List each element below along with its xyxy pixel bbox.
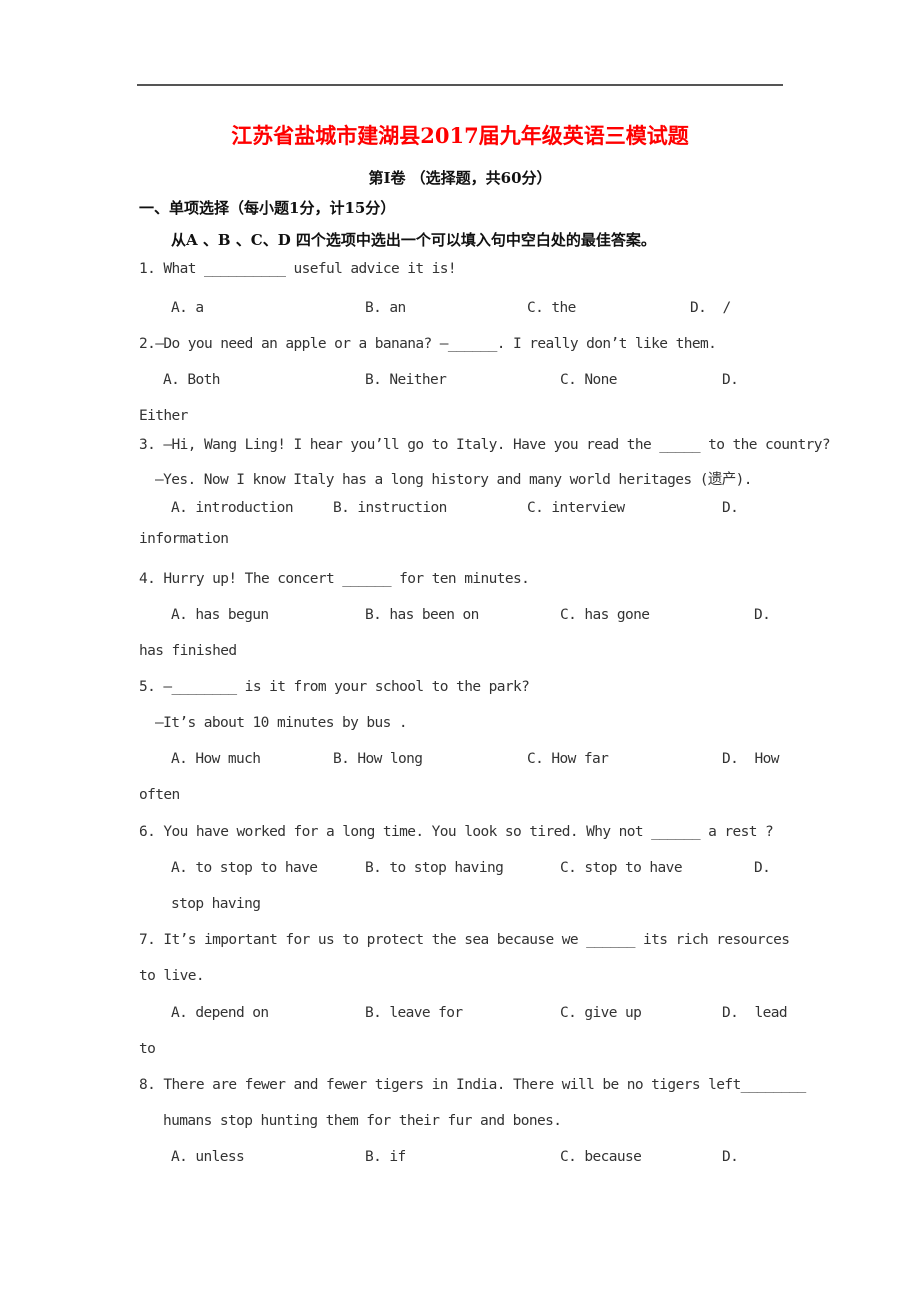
question-6-option-c: C. stop to have	[560, 860, 683, 876]
question-4-option-d: D.	[754, 607, 771, 623]
question-2-text: 2.—Do you need an apple or a banana? —__…	[139, 336, 717, 352]
question-1-option-a: A. a	[171, 300, 204, 316]
question-5-option-d: D. How	[722, 751, 780, 767]
question-8-text: 8. There are fewer and fewer tigers in I…	[139, 1077, 806, 1093]
question-6-option-a: A. to stop to have	[171, 860, 318, 876]
question-5-text-line-2: —It’s about 10 minutes by bus .	[155, 715, 408, 731]
question-3-option-d-text: information	[139, 531, 229, 547]
question-3-option-a: A. introduction	[171, 500, 294, 516]
header-rule	[137, 84, 783, 86]
question-8-option-d: D.	[722, 1149, 739, 1165]
question-3-option-c: C. interview	[527, 500, 625, 516]
question-5-option-c: C. How far	[527, 751, 609, 767]
question-7-option-d: D. lead	[722, 1005, 788, 1021]
question-8-option-a: A. unless	[171, 1149, 245, 1165]
question-3-option-d: D.	[722, 500, 739, 516]
question-5-option-d-text: often	[139, 787, 180, 803]
question-4-option-d-text: has finished	[139, 643, 237, 659]
question-7-option-b: B. leave for	[365, 1005, 463, 1021]
question-1-text: 1. What __________ useful advice it is!	[139, 261, 457, 277]
question-5-option-b: B. How long	[333, 751, 423, 767]
question-3-text-line-2: —Yes. Now I know Italy has a long histor…	[155, 472, 752, 488]
question-2-option-a: A. Both	[163, 372, 221, 388]
document-title: 江苏省盐城市建湖县2017届九年级英语三模试题	[231, 123, 689, 148]
question-4-text: 4. Hurry up! The concert ______ for ten …	[139, 571, 530, 587]
question-7-option-c: C. give up	[560, 1005, 642, 1021]
question-2-option-b: B. Neither	[365, 372, 447, 388]
instructions: 从A 、B 、C、D 四个选项中选出一个可以填入句中空白处的最佳答案。	[171, 231, 656, 249]
question-7-option-d-text: to	[139, 1041, 156, 1057]
question-1-option-d: D. /	[690, 300, 731, 316]
question-4-option-a: A. has begun	[171, 607, 269, 623]
question-1-option-b: B. an	[365, 300, 406, 316]
question-2-option-c: C. None	[560, 372, 618, 388]
question-5-option-a: A. How much	[171, 751, 261, 767]
question-6-text: 6. You have worked for a long time. You …	[139, 824, 774, 840]
question-4-option-b: B. has been on	[365, 607, 479, 623]
question-8-option-c: C. because	[560, 1149, 642, 1165]
question-8-option-b: B. if	[365, 1149, 406, 1165]
question-2-option-d-text: Either	[139, 408, 188, 424]
question-4-option-c: C. has gone	[560, 607, 650, 623]
question-1-option-c: C. the	[527, 300, 576, 316]
question-7-option-a: A. depend on	[171, 1005, 269, 1021]
question-7-text-line-2: to live.	[139, 968, 205, 984]
question-6-option-d-text: stop having	[171, 896, 261, 912]
question-2-option-d: D.	[722, 372, 739, 388]
question-5-text: 5. —________ is it from your school to t…	[139, 679, 530, 695]
question-8-text-line-2: humans stop hunting them for their fur a…	[163, 1113, 562, 1129]
question-3-text: 3. —Hi, Wang Ling! I hear you’ll go to I…	[139, 437, 831, 453]
question-3-option-b: B. instruction	[333, 500, 447, 516]
question-6-option-d: D.	[754, 860, 771, 876]
section-heading: 一、单项选择（每小题1分，计15分）	[139, 199, 396, 217]
question-6-option-b: B. to stop having	[365, 860, 504, 876]
part-heading: 第Ⅰ卷 （选择题，共60分）	[368, 169, 552, 187]
question-7-text: 7. It’s important for us to protect the …	[139, 932, 790, 948]
